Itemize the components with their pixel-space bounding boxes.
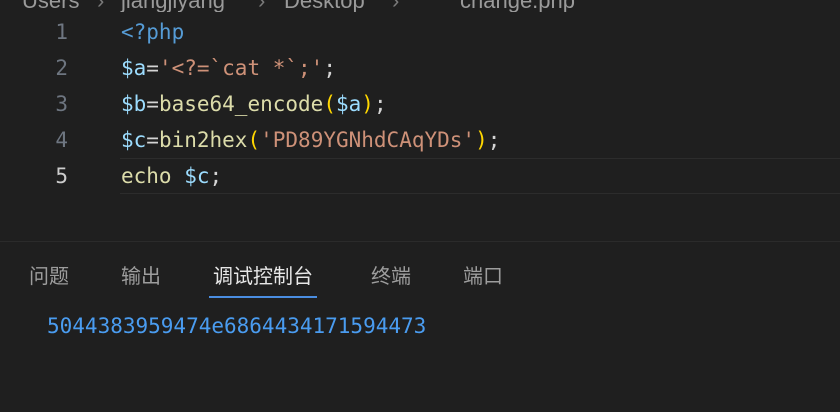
breadcrumb-separator-icon: › <box>392 0 399 12</box>
operator-token: = <box>146 128 159 152</box>
php-open-tag: <?php <box>121 20 185 44</box>
current-line-highlight <box>120 158 840 194</box>
line-code[interactable]: echo $c; <box>121 158 222 194</box>
editor-line-3[interactable]: 3 $b=base64_encode($a); <box>0 86 840 122</box>
string-token: '<?=`cat *`;' <box>158 56 324 80</box>
line-code[interactable]: $b=base64_encode($a); <box>121 86 387 122</box>
editor-line-4[interactable]: 4 $c=bin2hex('PD89YGNhdCAqYDs'); <box>0 122 840 158</box>
function-token: echo <box>121 164 172 188</box>
line-number: 5 <box>55 164 68 188</box>
panel-tab-bar: 问题 输出 调试控制台 终端 端口 <box>0 262 840 300</box>
punctuation-token: ; <box>487 128 501 152</box>
line-number: 2 <box>55 56 68 80</box>
variable-token: $a <box>335 92 362 116</box>
punctuation-token: ; <box>209 164 223 188</box>
tab-problems[interactable]: 问题 <box>29 262 69 296</box>
function-token: bin2hex <box>158 128 248 152</box>
string-token: 'PD89YGNhdCAqYDs' <box>260 128 476 152</box>
line-code[interactable]: <?php <box>121 14 184 50</box>
variable-token: $c <box>121 128 147 152</box>
line-number: 4 <box>55 128 68 152</box>
debug-console-output: 5044383959474e6864434171594473 <box>47 314 427 338</box>
breadcrumb: Users › jiangjiyang › Desktop › change.p… <box>0 0 840 12</box>
variable-token: $a <box>121 56 147 80</box>
operator-token: = <box>146 92 159 116</box>
editor-line-1[interactable]: 1 <?php <box>0 14 840 50</box>
operator-token: = <box>146 56 159 80</box>
breadcrumb-item-file[interactable]: change.php <box>460 0 575 12</box>
bracket-token: ( <box>323 92 336 116</box>
operator-token <box>172 164 185 188</box>
punctuation-token: ; <box>323 56 336 80</box>
line-number: 3 <box>55 92 68 116</box>
code-editor[interactable]: 1 <?php 2 $a='<?=`cat *`;'; 3 $b=base64_… <box>0 14 840 234</box>
line-code[interactable]: $a='<?=`cat *`;'; <box>121 50 336 86</box>
breadcrumb-item-users[interactable]: Users <box>22 0 79 12</box>
tab-ports[interactable]: 端口 <box>463 262 503 296</box>
variable-token: $b <box>121 92 147 116</box>
line-number: 1 <box>55 20 68 44</box>
function-token: base64_encode <box>158 92 324 116</box>
editor-line-5[interactable]: 5 echo $c; <box>0 158 840 194</box>
breadcrumb-item-user-folder[interactable]: jiangjiyang <box>121 0 225 12</box>
tab-terminal[interactable]: 终端 <box>371 262 411 296</box>
variable-token: $c <box>184 164 210 188</box>
breadcrumb-separator-icon: › <box>258 0 265 12</box>
bracket-token: ( <box>247 128 261 152</box>
breadcrumb-item-desktop[interactable]: Desktop <box>284 0 365 12</box>
tab-output[interactable]: 输出 <box>121 262 161 296</box>
bracket-token: ) <box>475 128 488 152</box>
breadcrumb-separator-icon: › <box>97 0 104 12</box>
tab-debug-console[interactable]: 调试控制台 <box>209 262 317 298</box>
editor-line-2[interactable]: 2 $a='<?=`cat *`;'; <box>0 50 840 86</box>
panel-divider <box>0 241 840 242</box>
punctuation-token: ; <box>373 92 387 116</box>
bracket-token: ) <box>361 92 374 116</box>
line-code[interactable]: $c=bin2hex('PD89YGNhdCAqYDs'); <box>121 122 500 158</box>
